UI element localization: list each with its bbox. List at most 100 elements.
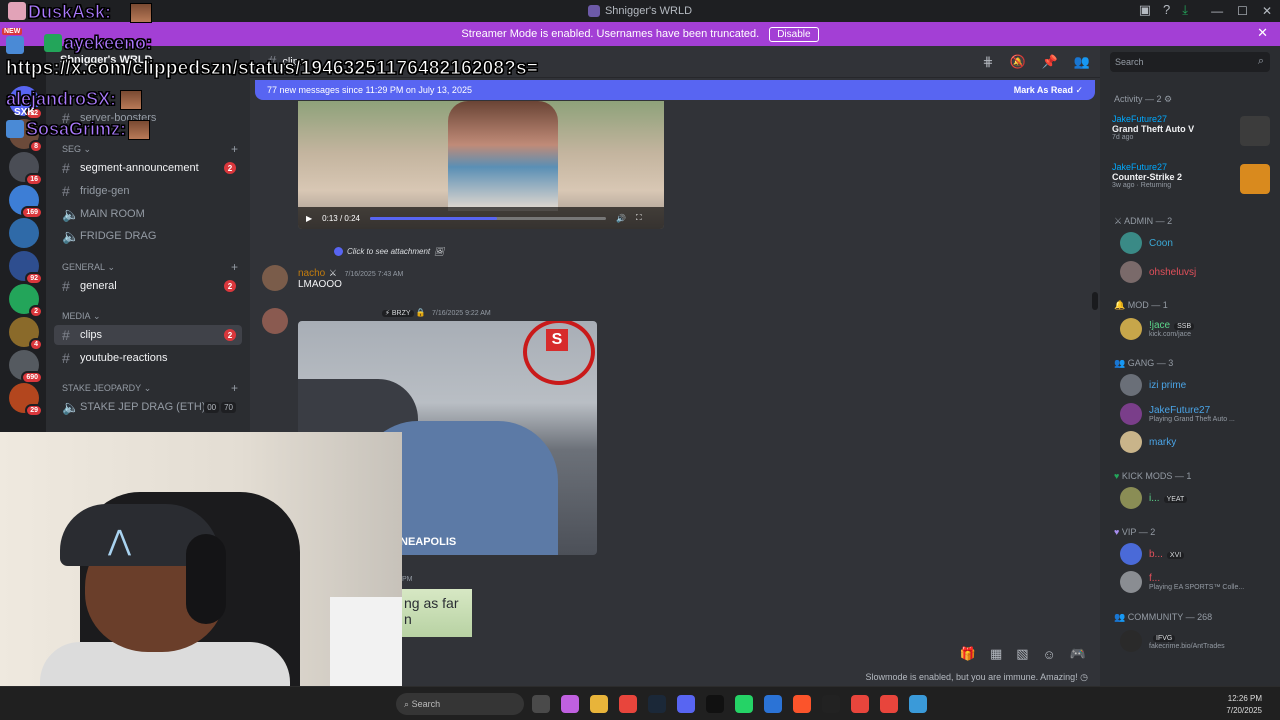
gif-icon[interactable]: ▦ (990, 646, 1002, 662)
server-icon[interactable]: 690 (9, 350, 43, 384)
member-item[interactable]: i... YEAT (1120, 487, 1188, 509)
category-general[interactable]: General ⌄ + (46, 258, 250, 276)
channel-main-room[interactable]: 🔈 MAIN ROOM (54, 204, 242, 224)
avatar (1120, 543, 1142, 565)
minimize-icon[interactable]: — (1211, 4, 1223, 18)
member-item[interactable]: Coon (1120, 232, 1173, 254)
obs-icon[interactable] (706, 695, 724, 713)
gift-icon[interactable]: 🎁 (960, 646, 976, 662)
category-stake-jeopardy[interactable]: STAKE JEOPARDY ⌄ + (46, 379, 250, 397)
category-media[interactable]: MEDIA ⌄ (46, 307, 250, 325)
play-icon[interactable]: ▶ (306, 214, 312, 223)
add-channel-icon[interactable]: + (231, 260, 238, 274)
server-icon[interactable]: 92 (9, 251, 43, 285)
mention-badge: 2 (29, 305, 43, 318)
member-item[interactable]: marky (1120, 431, 1176, 453)
brave-icon[interactable] (793, 695, 811, 713)
vscode-icon[interactable] (764, 695, 782, 713)
channel-segment-announcement[interactable]: # segment-announcement 2 (54, 158, 242, 178)
member-item[interactable]: izi prime (1120, 374, 1186, 396)
game-icon (1240, 164, 1270, 194)
folder-icon[interactable] (590, 695, 608, 713)
close-banner-icon[interactable]: ✕ (1257, 25, 1268, 41)
server-icon[interactable]: 16 (9, 152, 43, 186)
member-list: Search ⌕ Activity — 2 ⚙ JakeFuture27 Gra… (1100, 46, 1280, 686)
member-item[interactable]: !jace SSB kick.com/jace (1120, 318, 1195, 340)
reply-preview[interactable]: Click to see attachment 🖼 (334, 247, 444, 256)
steam-icon[interactable] (648, 695, 666, 713)
guild-tag: XVI (1166, 551, 1185, 559)
chrome-icon[interactable] (619, 695, 637, 713)
server-icon[interactable]: 4 (9, 317, 43, 351)
disable-button[interactable]: Disable (769, 26, 819, 42)
add-channel-icon[interactable]: + (231, 381, 238, 395)
window-controls: — ☐ ✕ (1211, 0, 1272, 22)
chat-message-url: https://x.com/clippedszn/status/19463251… (5, 58, 539, 80)
section-kick-mods: ♥ KICK MODS — 1 (1114, 471, 1192, 481)
server-icon[interactable]: 29 (9, 383, 43, 417)
video-progress-bar[interactable] (369, 216, 606, 220)
message-author[interactable]: nacho (298, 268, 325, 279)
unread-badge: 2 (224, 280, 236, 292)
server-icon[interactable]: 169 (9, 185, 43, 219)
taskbar-search[interactable]: ⌕ Search (396, 693, 524, 715)
member-item[interactable]: f... Playing EA SPORTS™ Colle... (1120, 571, 1244, 593)
channel-clips[interactable]: # clips 2 (54, 325, 242, 345)
member-item[interactable]: JakeFuture27 Playing Grand Theft Auto ... (1120, 403, 1235, 425)
server-icon[interactable]: 2 (9, 284, 43, 318)
discord-icon[interactable] (677, 695, 695, 713)
speaker-icon: 🔈 (62, 227, 80, 244)
avatar (1120, 374, 1142, 396)
help-icon[interactable]: ? (1163, 2, 1170, 18)
maximize-icon[interactable]: ☐ (1237, 4, 1248, 18)
chevron-down-icon: ⌄ (141, 382, 152, 393)
fullscreen-icon[interactable]: ⛶ (636, 213, 642, 223)
app-icon[interactable] (909, 695, 927, 713)
close-window-icon[interactable]: ✕ (1262, 4, 1272, 18)
heart-icon: ♥ (1114, 471, 1120, 481)
guild-tag: IFVG (1153, 635, 1176, 642)
activity-header: Activity — 2 ⚙ (1114, 94, 1173, 104)
volume-icon[interactable]: 🔊 (616, 214, 626, 223)
server-icon[interactable] (9, 218, 39, 248)
guild-tag: YEAT (1163, 495, 1188, 503)
copilot-icon[interactable] (561, 695, 579, 713)
section-admin: ⚔ ADMIN — 2 (1114, 216, 1173, 226)
channel-fridge-drag[interactable]: 🔈 FRIDGE DRAG (54, 226, 242, 246)
search-input[interactable]: Search ⌕ (1110, 52, 1270, 72)
channel-stake-jep-drag[interactable]: 🔈 STAKE JEP DRAG (ETH) 00 70 (54, 397, 242, 417)
activity-card[interactable]: JakeFuture27 Grand Theft Auto V 7d ago (1112, 114, 1270, 152)
member-item[interactable]: ohsheluvsj (1120, 261, 1196, 283)
image-snippet[interactable]: ng as far n (402, 589, 472, 637)
section-mod: 🔔 MOD — 1 (1114, 300, 1168, 310)
member-item[interactable]: IFVG fakecrime.bio/AntTrades (1120, 630, 1225, 652)
activity-card[interactable]: JakeFuture27 Counter-Strike 2 3w ago · R… (1112, 162, 1270, 200)
whatsapp-icon[interactable] (735, 695, 753, 713)
slowmode-notice: Slowmode is enabled, but you are immune.… (865, 672, 1089, 682)
members-icon[interactable]: 👥 (1074, 54, 1090, 70)
sticker-icon[interactable]: ▧ (1016, 646, 1028, 662)
task-view-icon[interactable] (532, 695, 550, 713)
emoji-icon[interactable]: ☺ (1043, 647, 1056, 662)
chrome-icon[interactable] (851, 695, 869, 713)
channel-youtube-reactions[interactable]: # youtube-reactions (54, 348, 242, 368)
gear-icon[interactable]: ⚙ (1164, 94, 1172, 104)
channel-general[interactable]: # general 2 (54, 276, 242, 296)
taskbar-clock[interactable]: 12:26 PM 7/20/2025 (1226, 693, 1262, 717)
avatar[interactable] (262, 265, 288, 291)
threads-icon[interactable]: ⋕ (983, 54, 994, 70)
avatar[interactable] (262, 308, 288, 334)
message-nacho: nacho ⚔ 7/16/2025 7:43 AM LMAOOO (298, 264, 403, 290)
pin-icon[interactable]: 📌 (1042, 54, 1058, 70)
app-icon[interactable] (822, 695, 840, 713)
inbox-icon[interactable]: ▣ (1139, 2, 1151, 18)
taskbar: ⌕ Search 12:26 PM 7/20/2025 (0, 686, 1280, 720)
chrome-icon[interactable] (880, 695, 898, 713)
mark-as-read-button[interactable]: Mark As Read ✓ (1014, 85, 1083, 96)
member-item[interactable]: b... XVI (1120, 543, 1185, 565)
scrollbar[interactable] (1092, 292, 1098, 310)
activity-icon[interactable]: 🎮 (1070, 646, 1086, 662)
channel-fridge-gen[interactable]: # fridge-gen (54, 181, 242, 201)
download-icon[interactable]: ⤓ (1182, 2, 1188, 18)
mute-bell-icon[interactable]: 🔕 (1009, 54, 1025, 70)
